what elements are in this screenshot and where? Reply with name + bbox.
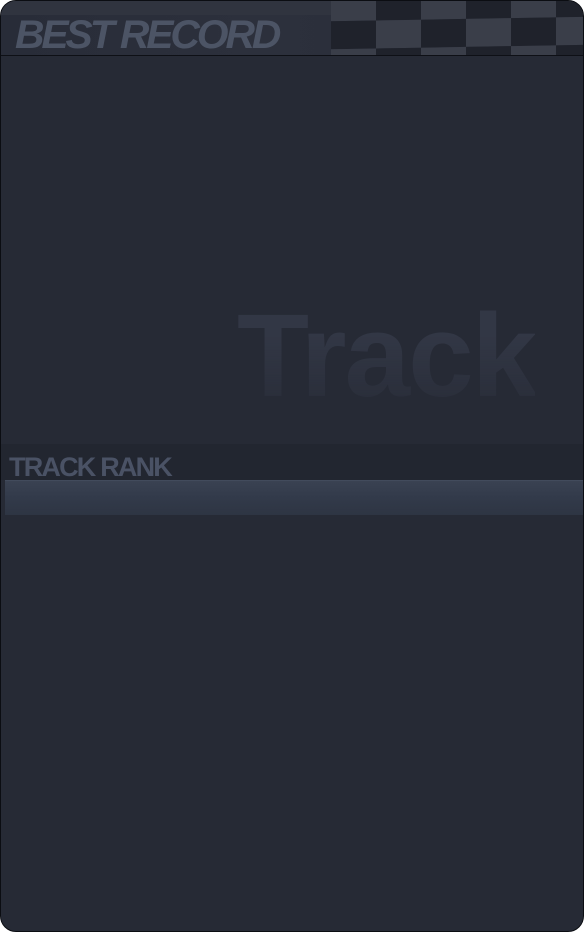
track-watermark: Track (237, 290, 537, 422)
checker-cell (511, 1, 556, 19)
checker-cell (466, 18, 511, 47)
best-record-title: BEST RECORD (15, 13, 281, 56)
track-rank-bar[interactable] (5, 480, 583, 515)
checker-cell (331, 48, 376, 55)
checker-cell (556, 44, 583, 55)
track-rank-label: TRACK RANK (9, 452, 173, 482)
checker-cell (466, 46, 511, 55)
checkered-flag-pattern (331, 1, 583, 55)
best-record-header: BEST RECORD (1, 1, 583, 56)
checker-cell (421, 1, 466, 20)
checker-cell (376, 19, 421, 49)
checker-cell (556, 16, 583, 46)
checker-cell (466, 1, 511, 19)
checker-cell (376, 47, 421, 55)
checker-cell (556, 1, 583, 18)
checker-cell (331, 1, 376, 22)
checker-cell (376, 1, 421, 21)
checker-cell (511, 45, 556, 55)
best-record-panel: BEST RECORD Track TRACK RANK (0, 0, 584, 932)
checker-cell (331, 20, 376, 50)
checker-cell (421, 46, 466, 55)
checker-cell (511, 17, 556, 47)
track-rank-header: TRACK RANK (1, 444, 583, 482)
checker-cell (421, 18, 466, 48)
